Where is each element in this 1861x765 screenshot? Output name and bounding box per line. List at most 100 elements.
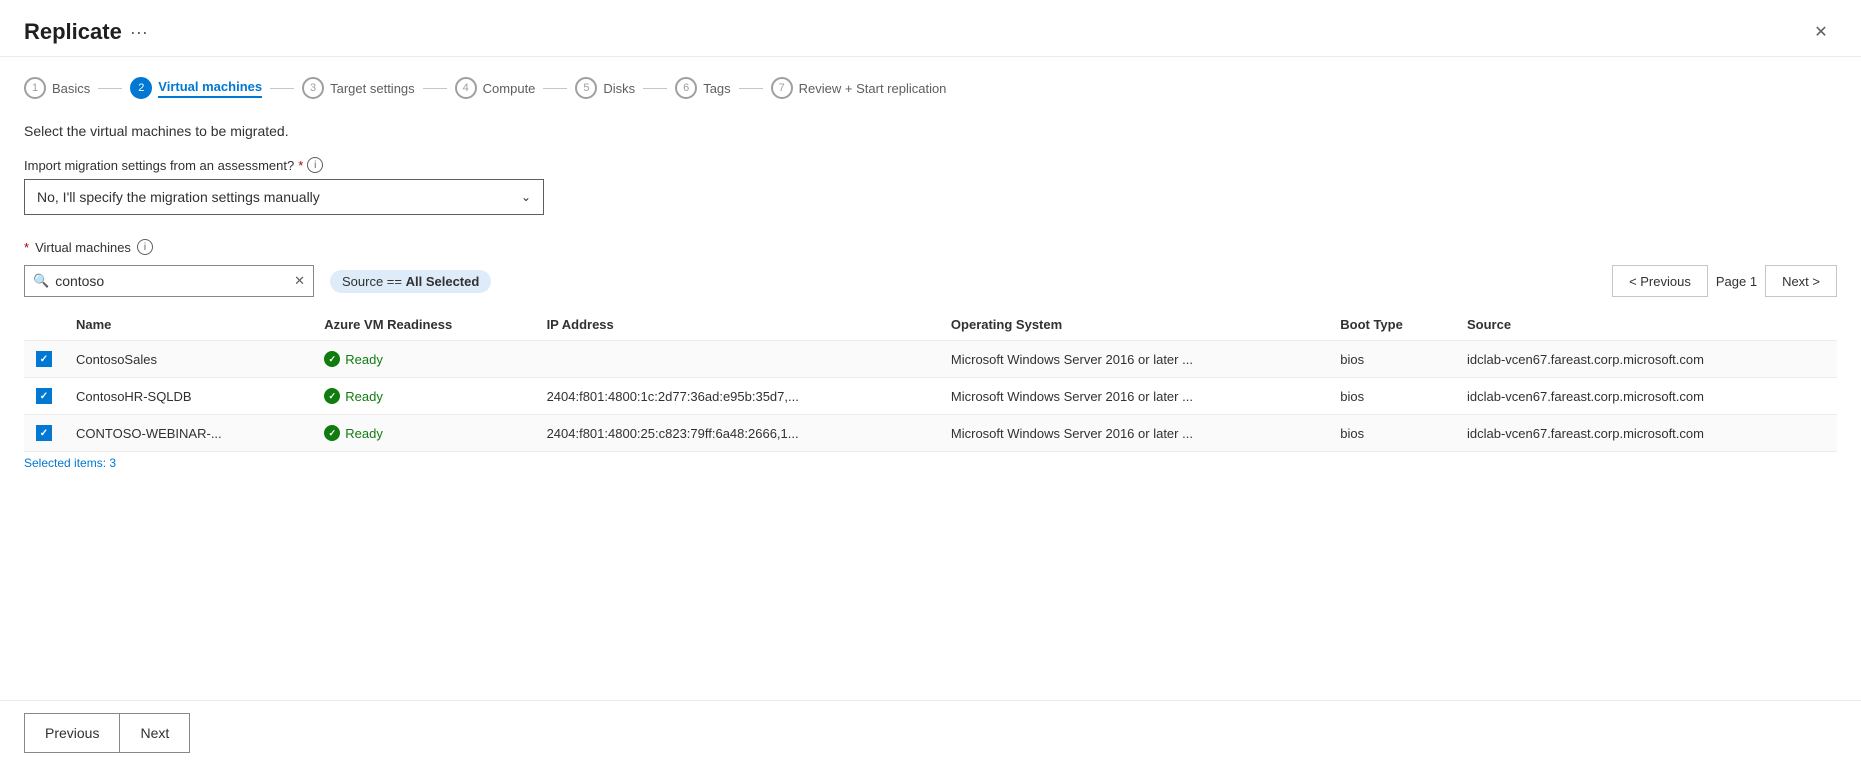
row1-boot: bios bbox=[1328, 341, 1455, 378]
row2-checkbox-cell[interactable]: ✓ bbox=[24, 378, 64, 415]
row3-ip: 2404:f801:4800:25:c823:79ff:6a48:2666,1.… bbox=[535, 415, 939, 452]
step-basics[interactable]: 1 Basics bbox=[24, 73, 90, 103]
step-label-disks: Disks bbox=[603, 81, 635, 96]
row2-ip: 2404:f801:4800:1c:2d77:36ad:e95b:35d7,..… bbox=[535, 378, 939, 415]
col-boot: Boot Type bbox=[1328, 309, 1455, 341]
filter-chip-prefix: Source == bbox=[342, 274, 406, 289]
step-label-review: Review + Start replication bbox=[799, 81, 947, 96]
row2-os: Microsoft Windows Server 2016 or later .… bbox=[939, 378, 1328, 415]
step-circle-compute: 4 bbox=[455, 77, 477, 99]
row2-readiness: ✓ Ready bbox=[312, 378, 534, 415]
col-readiness: Azure VM Readiness bbox=[312, 309, 534, 341]
next-button[interactable]: Next bbox=[119, 713, 190, 753]
col-os: Operating System bbox=[939, 309, 1328, 341]
filter-chip[interactable]: Source == All Selected bbox=[330, 270, 491, 293]
close-button[interactable]: ✕ bbox=[1805, 16, 1837, 48]
row1-source: idclab-vcen67.fareast.corp.microsoft.com bbox=[1455, 341, 1837, 378]
header-left: Replicate ··· bbox=[24, 19, 148, 45]
ellipsis-menu[interactable]: ··· bbox=[130, 22, 148, 43]
row1-name: ContosoSales bbox=[64, 341, 312, 378]
required-star: * bbox=[298, 158, 303, 173]
table-body: ✓ ContosoSales ✓ Ready Microsoft Windows… bbox=[24, 341, 1837, 452]
step-label-basics: Basics bbox=[52, 81, 90, 96]
step-circle-review: 7 bbox=[771, 77, 793, 99]
pagination: < Previous Page 1 Next > bbox=[1612, 265, 1837, 297]
search-icon: 🔍 bbox=[33, 273, 49, 289]
header: Replicate ··· ✕ bbox=[0, 0, 1861, 57]
readiness-badge: ✓ Ready bbox=[324, 351, 522, 367]
row2-name: ContosoHR-SQLDB bbox=[64, 378, 312, 415]
import-dropdown-value: No, I'll specify the migration settings … bbox=[37, 189, 320, 205]
row1-checkbox[interactable]: ✓ bbox=[36, 351, 52, 367]
step-circle-vms: 2 bbox=[130, 77, 152, 99]
step-target-settings[interactable]: 3 Target settings bbox=[302, 73, 415, 103]
step-sep-3 bbox=[423, 88, 447, 89]
see-more-link[interactable]: Selected items: 3 bbox=[24, 456, 116, 470]
search-box[interactable]: 🔍 ✕ bbox=[24, 265, 314, 297]
step-label-compute: Compute bbox=[483, 81, 536, 96]
step-label-target: Target settings bbox=[330, 81, 415, 96]
step-tags[interactable]: 6 Tags bbox=[675, 73, 730, 103]
row2-boot: bios bbox=[1328, 378, 1455, 415]
row2-checkbox[interactable]: ✓ bbox=[36, 388, 52, 404]
row3-checkbox[interactable]: ✓ bbox=[36, 425, 52, 441]
row3-os: Microsoft Windows Server 2016 or later .… bbox=[939, 415, 1328, 452]
row1-ip bbox=[535, 341, 939, 378]
previous-button[interactable]: Previous bbox=[24, 713, 119, 753]
import-dropdown[interactable]: No, I'll specify the migration settings … bbox=[24, 179, 544, 215]
vm-section-label: * Virtual machines i bbox=[24, 239, 1837, 255]
row3-checkbox-cell[interactable]: ✓ bbox=[24, 415, 64, 452]
step-sep-6 bbox=[739, 88, 763, 89]
table-header: Name Azure VM Readiness IP Address Opera… bbox=[24, 309, 1837, 341]
readiness-text: Ready bbox=[345, 426, 383, 441]
step-sep-5 bbox=[643, 88, 667, 89]
col-source: Source bbox=[1455, 309, 1837, 341]
search-input[interactable] bbox=[55, 273, 288, 289]
step-label-tags: Tags bbox=[703, 81, 730, 96]
next-page-button[interactable]: Next > bbox=[1765, 265, 1837, 297]
vm-required-star: * bbox=[24, 240, 29, 255]
step-circle-disks: 5 bbox=[575, 77, 597, 99]
row3-readiness: ✓ Ready bbox=[312, 415, 534, 452]
section-subtitle: Select the virtual machines to be migrat… bbox=[24, 123, 1837, 139]
col-checkbox bbox=[24, 309, 64, 341]
wizard-steps: 1 Basics 2 Virtual machines 3 Target set… bbox=[0, 57, 1861, 103]
step-review[interactable]: 7 Review + Start replication bbox=[771, 73, 947, 103]
vm-info-icon[interactable]: i bbox=[137, 239, 153, 255]
previous-page-button[interactable]: < Previous bbox=[1612, 265, 1708, 297]
import-label-text: Import migration settings from an assess… bbox=[24, 158, 294, 173]
filter-chip-value: All Selected bbox=[406, 274, 480, 289]
checkmark-icon: ✓ bbox=[40, 354, 48, 365]
step-label-vms: Virtual machines bbox=[158, 79, 262, 98]
vm-section: * Virtual machines i 🔍 ✕ Source == All S… bbox=[24, 239, 1837, 470]
step-compute[interactable]: 4 Compute bbox=[455, 73, 536, 103]
row3-boot: bios bbox=[1328, 415, 1455, 452]
clear-search-icon[interactable]: ✕ bbox=[294, 273, 305, 289]
ready-icon: ✓ bbox=[324, 351, 340, 367]
row2-source: idclab-vcen67.fareast.corp.microsoft.com bbox=[1455, 378, 1837, 415]
row1-checkbox-cell[interactable]: ✓ bbox=[24, 341, 64, 378]
chevron-down-icon: ⌄ bbox=[521, 190, 531, 204]
vm-controls: 🔍 ✕ Source == All Selected < Previous Pa… bbox=[24, 265, 1837, 297]
ready-icon: ✓ bbox=[324, 425, 340, 441]
readiness-badge: ✓ Ready bbox=[324, 425, 522, 441]
step-circle-tags: 6 bbox=[675, 77, 697, 99]
checkmark-icon: ✓ bbox=[40, 428, 48, 439]
step-disks[interactable]: 5 Disks bbox=[575, 73, 635, 103]
step-virtual-machines[interactable]: 2 Virtual machines bbox=[130, 73, 262, 103]
readiness-badge: ✓ Ready bbox=[324, 388, 522, 404]
col-name: Name bbox=[64, 309, 312, 341]
step-circle-basics: 1 bbox=[24, 77, 46, 99]
main-content: Select the virtual machines to be migrat… bbox=[0, 103, 1861, 700]
close-icon: ✕ bbox=[1814, 22, 1827, 42]
footer: Previous Next bbox=[0, 700, 1861, 765]
row1-readiness: ✓ Ready bbox=[312, 341, 534, 378]
import-info-icon[interactable]: i bbox=[307, 157, 323, 173]
checkmark-icon: ✓ bbox=[40, 391, 48, 402]
step-sep-4 bbox=[543, 88, 567, 89]
page-title: Replicate bbox=[24, 19, 122, 45]
vm-label-text: Virtual machines bbox=[35, 240, 131, 255]
table-row: ✓ ContosoSales ✓ Ready Microsoft Windows… bbox=[24, 341, 1837, 378]
row1-os: Microsoft Windows Server 2016 or later .… bbox=[939, 341, 1328, 378]
readiness-text: Ready bbox=[345, 389, 383, 404]
